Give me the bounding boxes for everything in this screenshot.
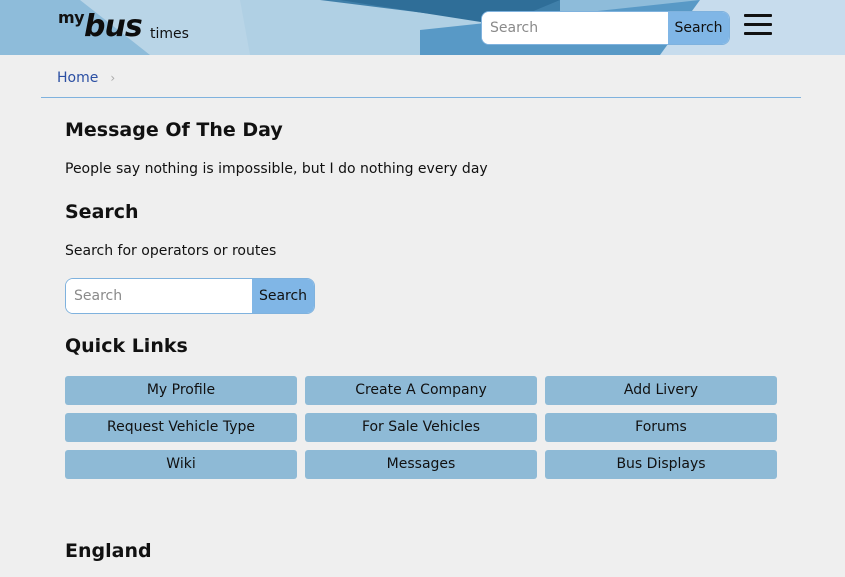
quick-links-grid: My Profile Create A Company Add Livery R… <box>65 376 777 479</box>
breadcrumb: Home › <box>57 70 115 86</box>
logo-text-times: times <box>150 26 189 42</box>
header-search-form: Search <box>481 11 730 45</box>
main-search-button[interactable]: Search <box>252 279 314 313</box>
quick-link-forums[interactable]: Forums <box>545 413 777 442</box>
quick-link-bus-displays[interactable]: Bus Displays <box>545 450 777 479</box>
motd-text: People say nothing is impossible, but I … <box>65 161 488 177</box>
main-search-form: Search <box>65 278 315 314</box>
quick-links-heading: Quick Links <box>65 335 188 357</box>
quick-link-wiki[interactable]: Wiki <box>65 450 297 479</box>
region-heading-england: England <box>65 540 152 562</box>
logo-text-my: my <box>58 8 85 27</box>
search-description: Search for operators or routes <box>65 243 277 259</box>
logo-text-bus: bus <box>84 9 143 44</box>
quick-link-my-profile[interactable]: My Profile <box>65 376 297 405</box>
hamburger-menu-icon[interactable] <box>744 14 772 36</box>
quick-link-for-sale-vehicles[interactable]: For Sale Vehicles <box>305 413 537 442</box>
main-search-input[interactable] <box>66 279 252 313</box>
breadcrumb-home-link[interactable]: Home <box>57 70 98 86</box>
quick-link-messages[interactable]: Messages <box>305 450 537 479</box>
breadcrumb-divider <box>41 97 801 98</box>
quick-link-create-company[interactable]: Create A Company <box>305 376 537 405</box>
quick-link-request-vehicle-type[interactable]: Request Vehicle Type <box>65 413 297 442</box>
quick-link-add-livery[interactable]: Add Livery <box>545 376 777 405</box>
search-heading: Search <box>65 201 139 223</box>
header-search-button[interactable]: Search <box>668 12 729 44</box>
header-search-input[interactable] <box>482 12 668 44</box>
motd-heading: Message Of The Day <box>65 119 283 141</box>
site-header: my bus times Search <box>0 0 845 55</box>
breadcrumb-separator: › <box>110 71 116 85</box>
site-logo[interactable]: my bus times <box>58 8 198 46</box>
